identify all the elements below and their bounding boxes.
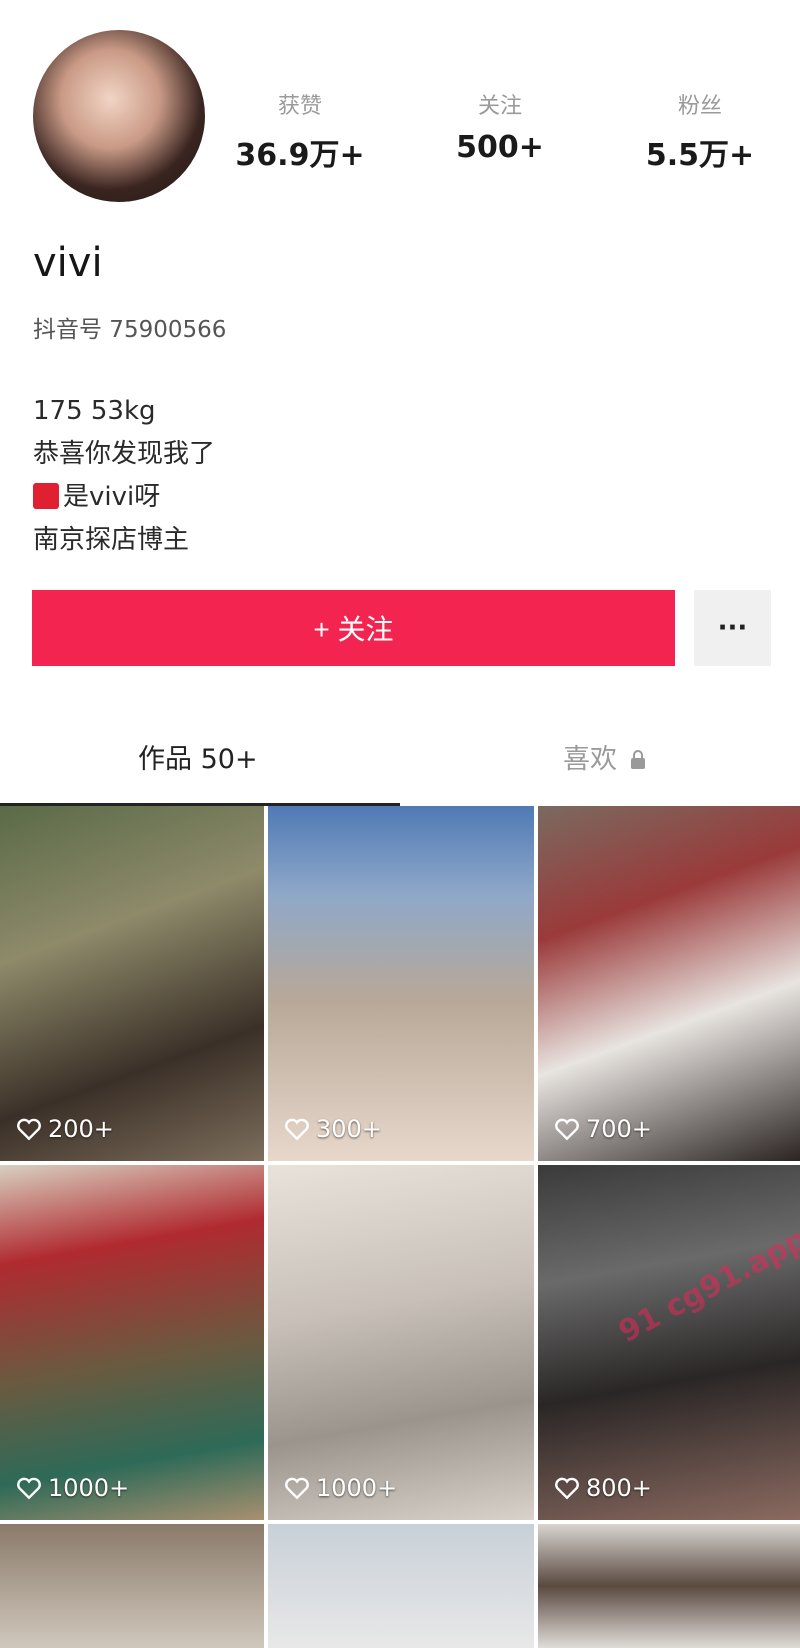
- stat-following-label: 关注: [477, 94, 522, 119]
- post-likes-count: 300+: [316, 1115, 382, 1143]
- post-likes-count: 700+: [586, 1115, 652, 1143]
- post-likes: 300+: [284, 1115, 382, 1143]
- heart-icon: [285, 1118, 309, 1141]
- lock-icon: [630, 750, 645, 769]
- post-likes-count: 800+: [586, 1474, 652, 1502]
- tab-likes-label: 喜欢: [563, 744, 617, 775]
- post-tile[interactable]: [0, 1524, 264, 1648]
- account-id: 抖音号 75900566: [33, 317, 227, 343]
- heart-icon: [17, 1477, 41, 1500]
- heart-icon: [285, 1477, 309, 1500]
- post-likes: 200+: [16, 1115, 114, 1143]
- avatar[interactable]: [33, 30, 205, 202]
- heart-icon: [555, 1477, 579, 1500]
- bio-line-xiaohongshu: 是vivi呀: [33, 476, 215, 519]
- heart-icon: [17, 1118, 41, 1141]
- post-tile[interactable]: 300+: [268, 806, 534, 1161]
- post-tile[interactable]: 800+: [538, 1165, 800, 1520]
- stat-following-value: 500+: [456, 130, 544, 165]
- xiaohongshu-icon: [33, 483, 59, 509]
- heart-icon: [555, 1118, 579, 1141]
- post-likes: 800+: [554, 1474, 652, 1502]
- bio-line-text: 是vivi呀: [63, 482, 161, 512]
- post-likes: 1000+: [284, 1474, 397, 1502]
- tab-likes[interactable]: 喜欢: [563, 737, 646, 776]
- username: vivi: [33, 240, 103, 286]
- post-tile[interactable]: [538, 1524, 800, 1648]
- post-tile[interactable]: 700+: [538, 806, 800, 1161]
- post-tile[interactable]: 200+: [0, 806, 264, 1161]
- post-likes-count: 200+: [48, 1115, 114, 1143]
- bio-line: 恭喜你发现我了: [33, 439, 216, 469]
- stat-likes-label: 获赞: [277, 94, 322, 119]
- bio-line: 175 53kg: [33, 396, 156, 426]
- post-likes: 1000+: [16, 1474, 129, 1502]
- post-tile[interactable]: 1000+: [0, 1165, 264, 1520]
- stat-following[interactable]: 关注 500+: [425, 88, 575, 165]
- post-likes: 700+: [554, 1115, 652, 1143]
- more-options-button[interactable]: ···: [694, 590, 771, 666]
- post-tile[interactable]: [268, 1524, 534, 1648]
- stat-followers-value: 5.5万+: [645, 138, 755, 173]
- stat-followers-label: 粉丝: [677, 94, 722, 119]
- post-likes-count: 1000+: [48, 1474, 130, 1502]
- tab-works[interactable]: 作品 50+: [138, 737, 258, 776]
- post-likes-count: 1000+: [316, 1474, 398, 1502]
- stat-likes[interactable]: 获赞 36.9万+: [225, 88, 375, 174]
- bio-line: 南京探店博主: [33, 525, 190, 555]
- follow-button[interactable]: + 关注: [32, 590, 675, 666]
- stat-followers[interactable]: 粉丝 5.5万+: [620, 88, 780, 174]
- stat-likes-value: 36.9万+: [235, 138, 365, 173]
- bio: 175 53kg 恭喜你发现我了 是vivi呀 南京探店博主: [33, 390, 215, 562]
- post-tile[interactable]: 1000+: [268, 1165, 534, 1520]
